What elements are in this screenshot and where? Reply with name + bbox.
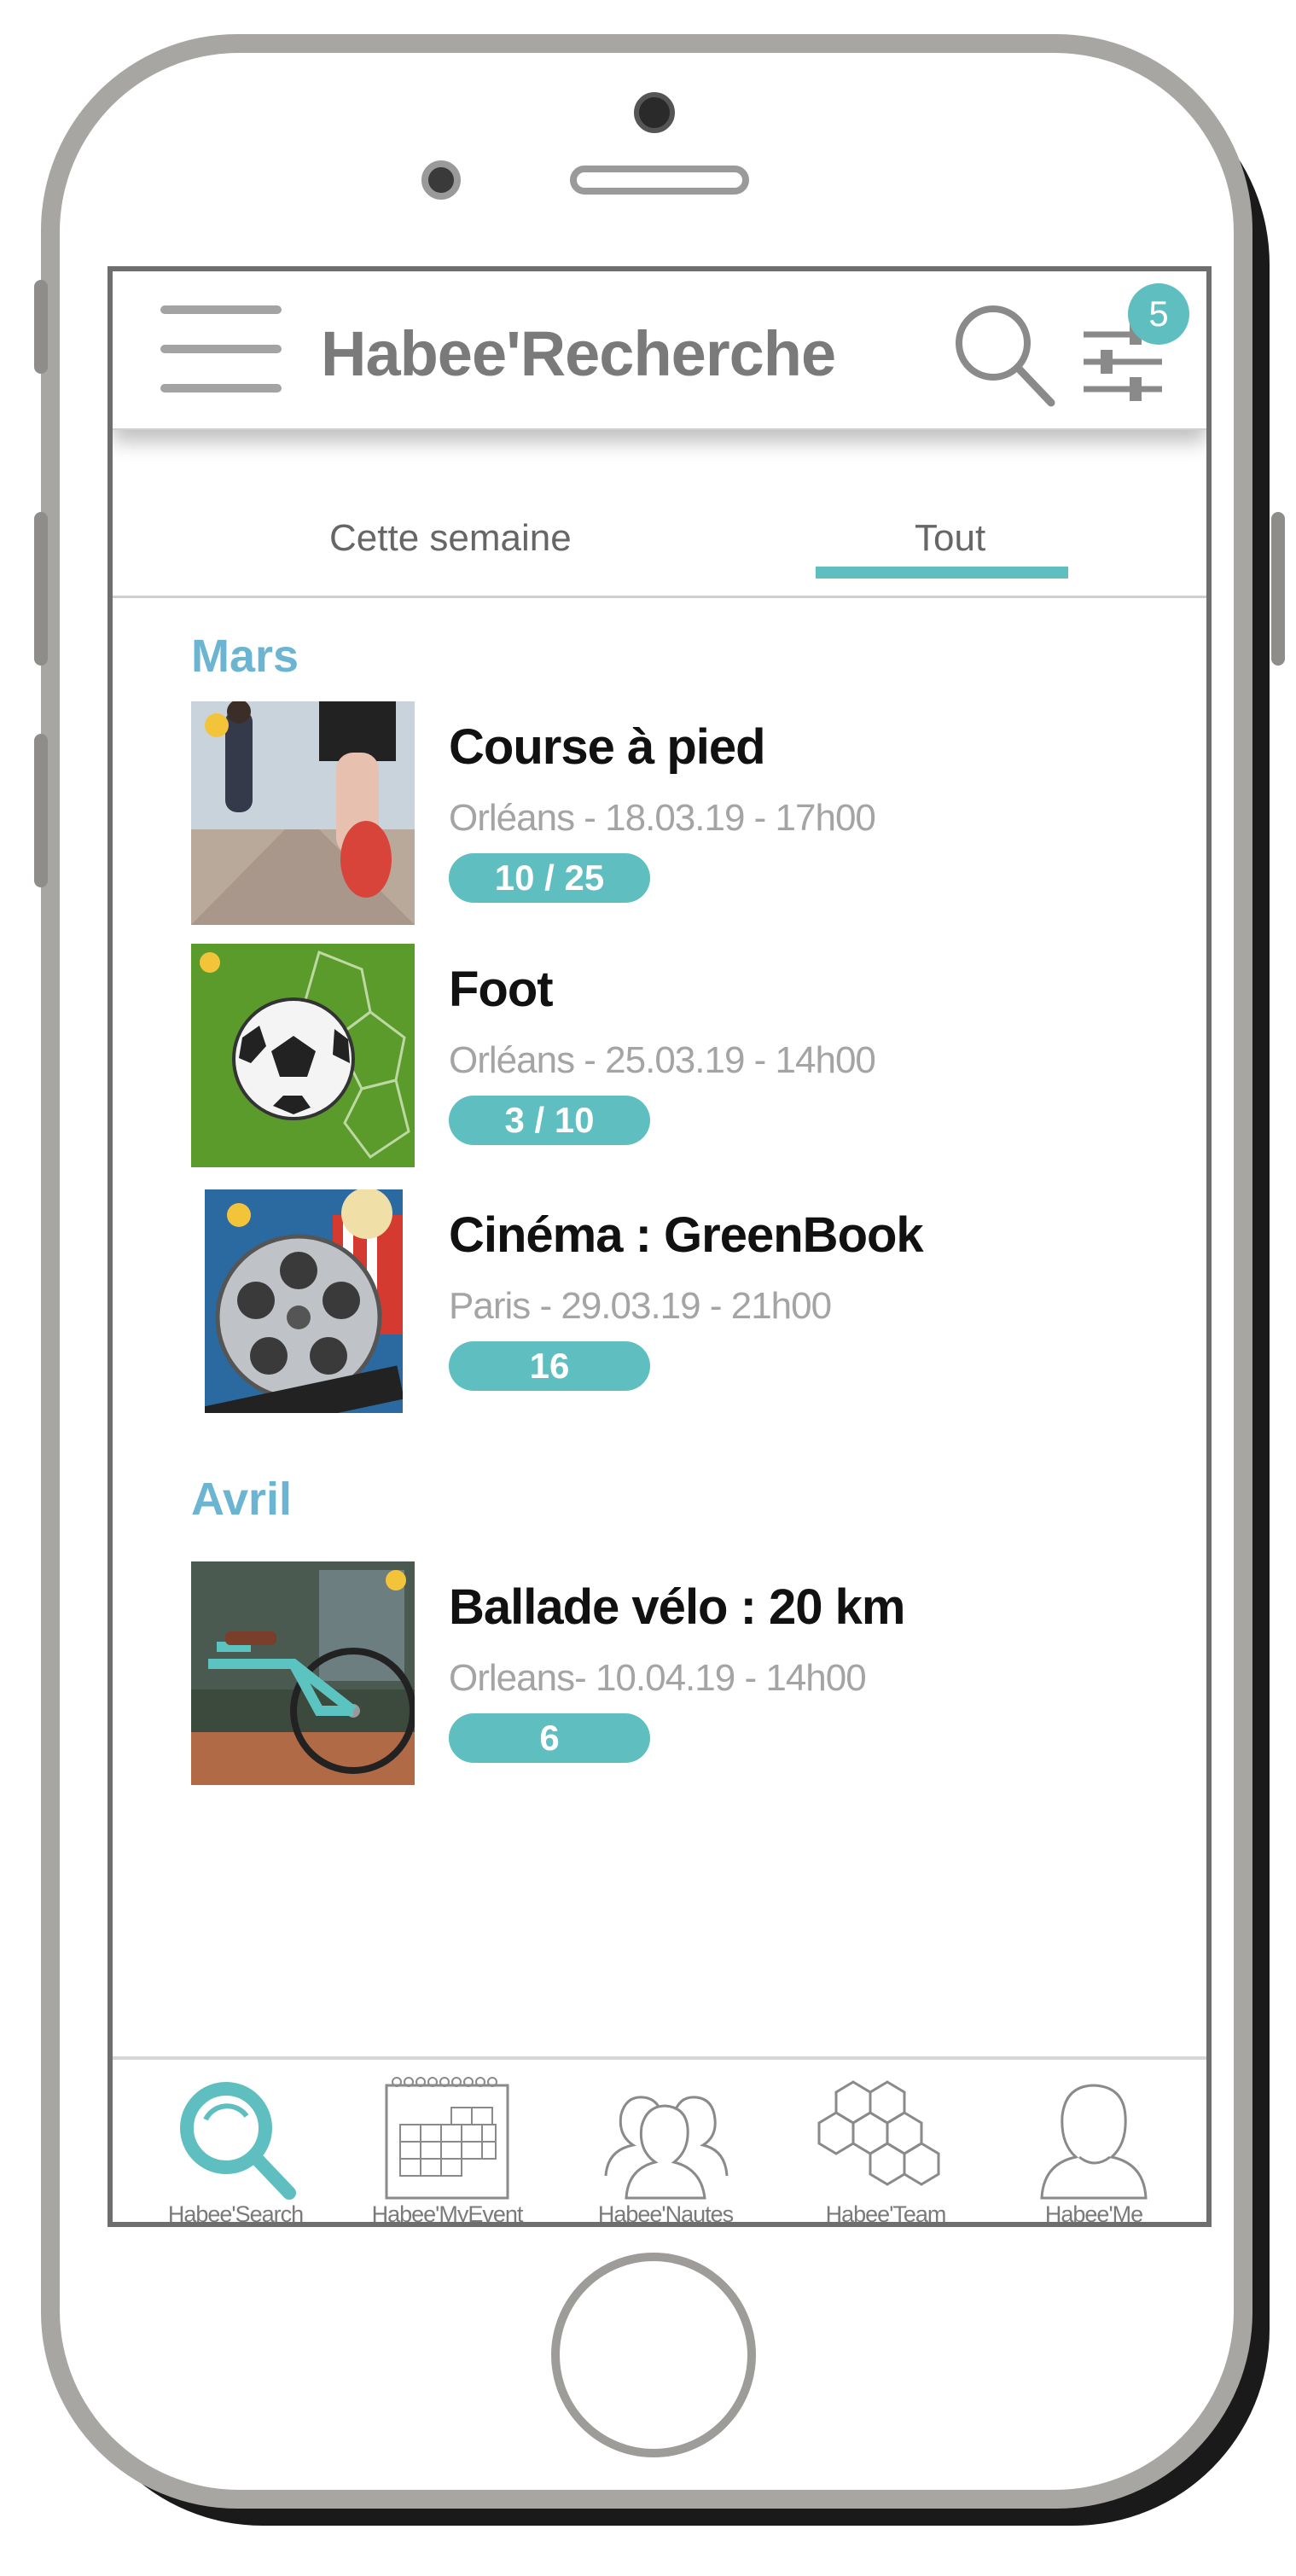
event-item[interactable]: Ballade vélo : 20 km Orleans- 10.04.19 -…: [191, 1561, 1130, 1785]
home-button[interactable]: [551, 2253, 756, 2457]
user-icon: [1040, 2084, 1148, 2200]
front-camera: [634, 92, 675, 133]
cinema-reel-photo: [205, 1189, 403, 1413]
nav-label: Habee'Nautes: [597, 2201, 734, 2227]
proximity-sensor: [421, 160, 461, 200]
nav-item-nautes[interactable]: Habee'Nautes: [563, 2067, 768, 2227]
app-screen: Habee'Recherche 5 Cette semaine Tout Mar…: [108, 266, 1212, 2227]
active-tab-indicator: [816, 567, 1068, 579]
bottom-navigation: Habee'Search Habee'MyEvent Habee'Nautes …: [113, 2056, 1206, 2227]
search-icon: [956, 305, 1055, 407]
app-header: Habee'Recherche 5: [113, 271, 1206, 430]
event-meta: Orleans- 10.04.19 - 14h00: [449, 1657, 867, 1699]
participants-badge: 6: [449, 1713, 650, 1763]
volume-down-button: [34, 734, 48, 887]
menu-bar: [160, 305, 282, 314]
tab-cette-semaine[interactable]: Cette semaine: [329, 517, 572, 560]
event-title: Foot: [449, 962, 554, 1017]
participants-badge: 10 / 25: [449, 853, 650, 903]
page-title: Habee'Recherche: [321, 318, 836, 389]
participants-badge: 16: [449, 1341, 650, 1391]
power-button: [1271, 512, 1285, 666]
calendar-icon: [385, 2077, 509, 2200]
event-title: Course à pied: [449, 719, 766, 775]
nav-label: Habee'MyEvent: [371, 2201, 524, 2227]
nav-label: Habee'Search: [167, 2201, 304, 2227]
soccer-ball-photo: [191, 944, 415, 1167]
people-icon: [604, 2096, 729, 2200]
nav-item-me[interactable]: Habee'Me: [991, 2067, 1196, 2227]
event-item[interactable]: Foot Orléans - 25.03.19 - 14h00 3 / 10: [191, 944, 1130, 1167]
event-item[interactable]: Cinéma : GreenBook Paris - 29.03.19 - 21…: [191, 1189, 1130, 1413]
nav-item-team[interactable]: Habee'Team: [783, 2067, 988, 2227]
participants-badge: 3 / 10: [449, 1096, 650, 1145]
event-meta: Orléans - 18.03.19 - 17h00: [449, 797, 876, 839]
running-photo: [191, 701, 415, 925]
event-meta: Paris - 29.03.19 - 21h00: [449, 1285, 832, 1327]
month-heading-mars: Mars: [191, 631, 299, 682]
month-heading-avril: Avril: [191, 1474, 293, 1525]
nav-item-myevent[interactable]: Habee'MyEvent: [345, 2067, 549, 2227]
event-item[interactable]: Course à pied Orléans - 18.03.19 - 17h00…: [191, 701, 1130, 925]
menu-bar: [160, 384, 282, 393]
nav-item-search[interactable]: Habee'Search: [133, 2067, 338, 2227]
nav-label: Habee'Me: [1044, 2201, 1143, 2227]
bicycle-photo: [191, 1561, 415, 1785]
menu-button[interactable]: [160, 305, 282, 394]
event-meta: Orléans - 25.03.19 - 14h00: [449, 1039, 876, 1081]
mute-switch: [34, 280, 48, 374]
volume-up-button: [34, 512, 48, 666]
menu-bar: [160, 345, 282, 353]
tab-bar: Cette semaine Tout: [113, 510, 1206, 598]
tab-tout[interactable]: Tout: [915, 517, 985, 560]
search-button[interactable]: [949, 299, 1060, 410]
hexagons-icon: [817, 2080, 940, 2186]
search-icon: [180, 2082, 296, 2200]
event-title: Cinéma : GreenBook: [449, 1207, 924, 1263]
earpiece-speaker: [570, 166, 749, 195]
event-title: Ballade vélo : 20 km: [449, 1579, 905, 1635]
nav-label: Habee'Team: [825, 2201, 947, 2227]
filter-count-badge: 5: [1128, 283, 1189, 345]
